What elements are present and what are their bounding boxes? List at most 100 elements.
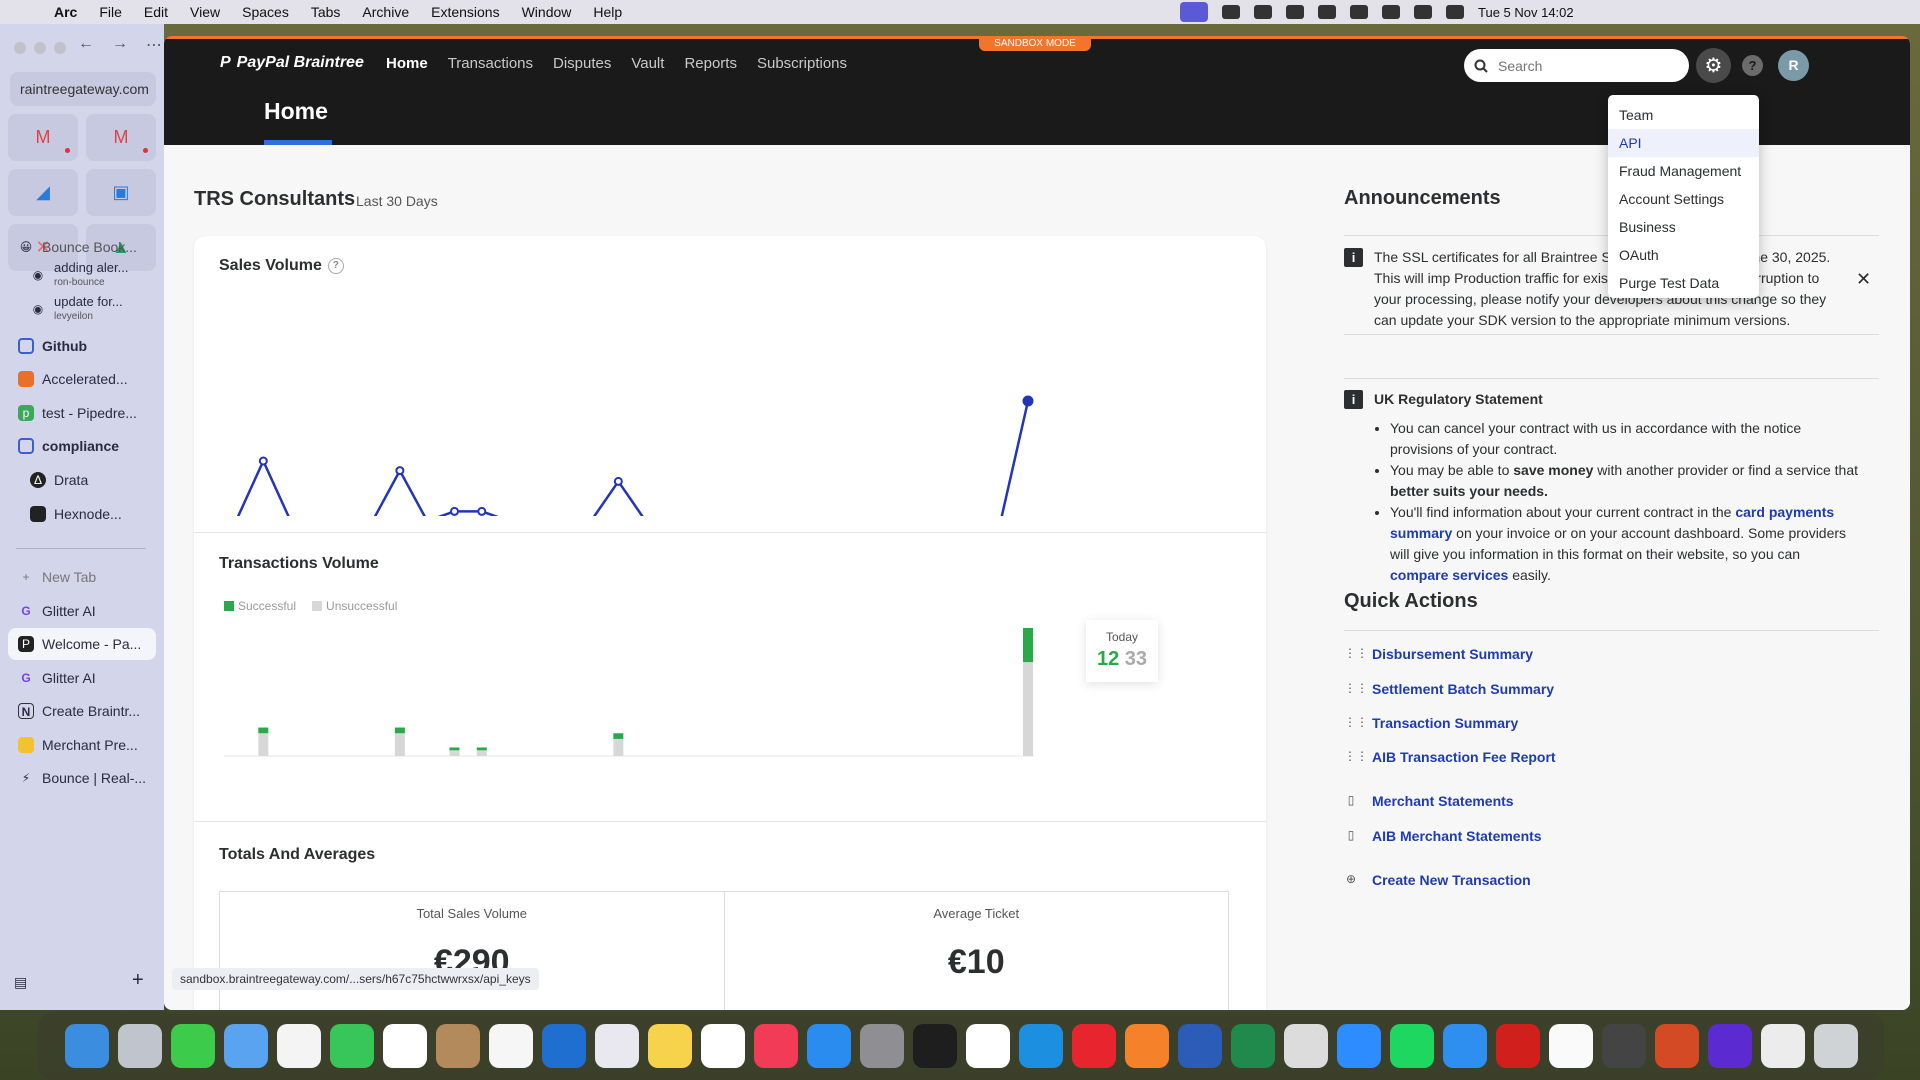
wifi-icon[interactable] <box>1382 5 1400 19</box>
mail-icon[interactable] <box>223 1024 268 1068</box>
calculator-icon[interactable] <box>1601 1024 1646 1068</box>
excel-icon[interactable] <box>1230 1024 1275 1068</box>
sidebar-tab-paypal-active[interactable]: P Welcome - Pa... <box>8 628 156 660</box>
sidebar-tab-pipedream[interactable]: p test - Pipedre... <box>8 397 156 429</box>
sidebar-tab-notion[interactable]: N Create Braintr... <box>8 695 156 727</box>
legend-unsuccessful[interactable]: Unsuccessful <box>312 599 397 613</box>
powerpoint-icon[interactable] <box>1654 1024 1699 1068</box>
dismiss-announcement-button[interactable]: ✕ <box>1856 269 1871 290</box>
acrobat-icon[interactable] <box>1495 1024 1540 1068</box>
menu-item-team[interactable]: Team <box>1608 101 1759 129</box>
bluetooth-icon[interactable] <box>1318 5 1336 19</box>
quick-action-transaction-summary[interactable]: ⋮⋮ Transaction Summary <box>1344 711 1518 735</box>
menu-edit[interactable]: Edit <box>144 4 168 20</box>
menu-extensions[interactable]: Extensions <box>431 4 499 20</box>
compare-services-link[interactable]: compare services <box>1390 567 1508 583</box>
more-options-icon[interactable]: ⋯ <box>146 35 162 55</box>
menu-archive[interactable]: Archive <box>362 4 409 20</box>
gmail-favorite-2[interactable]: M <box>86 114 156 161</box>
reminders-icon[interactable] <box>488 1024 533 1068</box>
menu-item-oauth[interactable]: OAuth <box>1608 241 1759 269</box>
menu-tabs[interactable]: Tabs <box>311 4 341 20</box>
app-icon[interactable] <box>1071 1024 1116 1068</box>
sidebar-tab-merchant[interactable]: Merchant Pre... <box>8 729 156 761</box>
menu-item-fraud-management[interactable]: Fraud Management <box>1608 157 1759 185</box>
sidebar-new-tab[interactable]: + New Tab <box>8 561 156 593</box>
quick-action-create-new-transaction[interactable]: ⊕ Create New Transaction <box>1344 868 1531 892</box>
menu-help[interactable]: Help <box>593 4 622 20</box>
sidebar-tab-glitter-ai-2[interactable]: G Glitter AI <box>8 662 156 694</box>
sidebar-tab-hexnode[interactable]: Hexnode... <box>8 498 156 530</box>
menu-spaces[interactable]: Spaces <box>242 4 289 20</box>
chrome-icon[interactable] <box>1548 1024 1593 1068</box>
docker-icon[interactable] <box>1018 1024 1063 1068</box>
quick-action-merchant-statements[interactable]: ▯ Merchant Statements <box>1344 789 1514 813</box>
terminal-icon[interactable] <box>912 1024 957 1068</box>
safari-icon[interactable] <box>1442 1024 1487 1068</box>
system-settings-icon[interactable] <box>859 1024 904 1068</box>
help-icon[interactable]: ? <box>1742 55 1763 76</box>
quick-action-aib-transaction-fee-report[interactable]: ⋮⋮ AIB Transaction Fee Report <box>1344 745 1556 769</box>
avatar[interactable]: R <box>1778 50 1809 81</box>
dropbox-icon[interactable] <box>1254 5 1272 19</box>
downloads-icon[interactable] <box>1760 1024 1805 1068</box>
app-store-icon[interactable] <box>806 1024 851 1068</box>
forward-arrow-icon[interactable]: → <box>112 35 128 55</box>
legend-successful[interactable]: Successful <box>224 599 296 613</box>
app-icon-2[interactable] <box>1124 1024 1169 1068</box>
sidebar-folder-compliance[interactable]: compliance <box>8 430 156 462</box>
launchpad-icon[interactable] <box>117 1024 162 1068</box>
close-window-button[interactable] <box>14 42 26 54</box>
spotlight-search-icon[interactable] <box>1414 5 1432 19</box>
trash-icon[interactable] <box>1813 1024 1858 1068</box>
sidebar-tab-github-pr-1[interactable]: ◉ adding aler... ron-bounce <box>8 259 156 291</box>
docker-icon[interactable] <box>1286 5 1304 19</box>
sidebar-tab-drata[interactable]: Δ Drata <box>8 464 156 496</box>
battery-icon[interactable] <box>1350 5 1368 19</box>
control-center-icon[interactable] <box>1446 5 1464 19</box>
search-input[interactable] <box>1498 57 1668 74</box>
messages-icon[interactable] <box>170 1024 215 1068</box>
calendar-icon[interactable] <box>382 1024 427 1068</box>
nav-home[interactable]: Home <box>386 55 428 72</box>
photos-icon[interactable] <box>276 1024 321 1068</box>
nav-disputes[interactable]: Disputes <box>553 55 611 72</box>
card-payments-summary-link[interactable]: card payments summary <box>1390 504 1834 541</box>
vscode-icon[interactable] <box>541 1024 586 1068</box>
add-space-icon[interactable]: + <box>132 969 144 992</box>
contacts-icon[interactable] <box>435 1024 480 1068</box>
menu-app-name[interactable]: Arc <box>54 4 77 20</box>
status-app-icon[interactable] <box>1222 5 1240 19</box>
gmail-favorite[interactable]: M <box>8 114 78 161</box>
zoom-icon[interactable] <box>1336 1024 1381 1068</box>
sidebar-tab-accelerated[interactable]: Accelerated... <box>8 363 156 395</box>
finder-icon[interactable] <box>64 1024 109 1068</box>
glitter-ai-icon[interactable] <box>1707 1024 1752 1068</box>
menubar-clock[interactable]: Tue 5 Nov 14:02 <box>1478 5 1574 20</box>
nav-vault[interactable]: Vault <box>631 55 664 72</box>
affinity-icon[interactable] <box>594 1024 639 1068</box>
spotify-icon[interactable] <box>1389 1024 1434 1068</box>
url-bar[interactable]: raintreegateway.com <box>10 72 156 106</box>
app-icon-3[interactable] <box>1283 1024 1328 1068</box>
calendar-favorite[interactable]: ▣ <box>86 169 156 216</box>
menu-item-account-settings[interactable]: Account Settings <box>1608 185 1759 213</box>
menu-file[interactable]: File <box>99 4 122 20</box>
word-icon[interactable] <box>1177 1024 1222 1068</box>
quick-action-aib-merchant-statements[interactable]: ▯ AIB Merchant Statements <box>1344 824 1542 848</box>
nav-subscriptions[interactable]: Subscriptions <box>757 55 847 72</box>
settings-gear-icon[interactable]: ⚙ <box>1696 48 1731 83</box>
menu-item-business[interactable]: Business <box>1608 213 1759 241</box>
paypal-braintree-logo[interactable]: P PayPal Braintree <box>220 54 364 72</box>
quick-action-disbursement-summary[interactable]: ⋮⋮ Disbursement Summary <box>1344 642 1533 666</box>
menu-view[interactable]: View <box>190 4 220 20</box>
freeform-icon[interactable] <box>700 1024 745 1068</box>
maximize-window-button[interactable] <box>54 42 66 54</box>
menu-item-purge-test-data[interactable]: Purge Test Data <box>1608 269 1759 297</box>
help-question-icon[interactable]: ? <box>327 257 344 274</box>
minimize-window-button[interactable] <box>34 42 46 54</box>
back-arrow-icon[interactable]: ← <box>78 35 94 55</box>
sidebar-tab-bounce[interactable]: ⚡ Bounce | Real-... <box>8 762 156 794</box>
archive-icon[interactable]: ▤ <box>14 974 27 991</box>
sidebar-folder-github[interactable]: Github <box>8 330 156 362</box>
